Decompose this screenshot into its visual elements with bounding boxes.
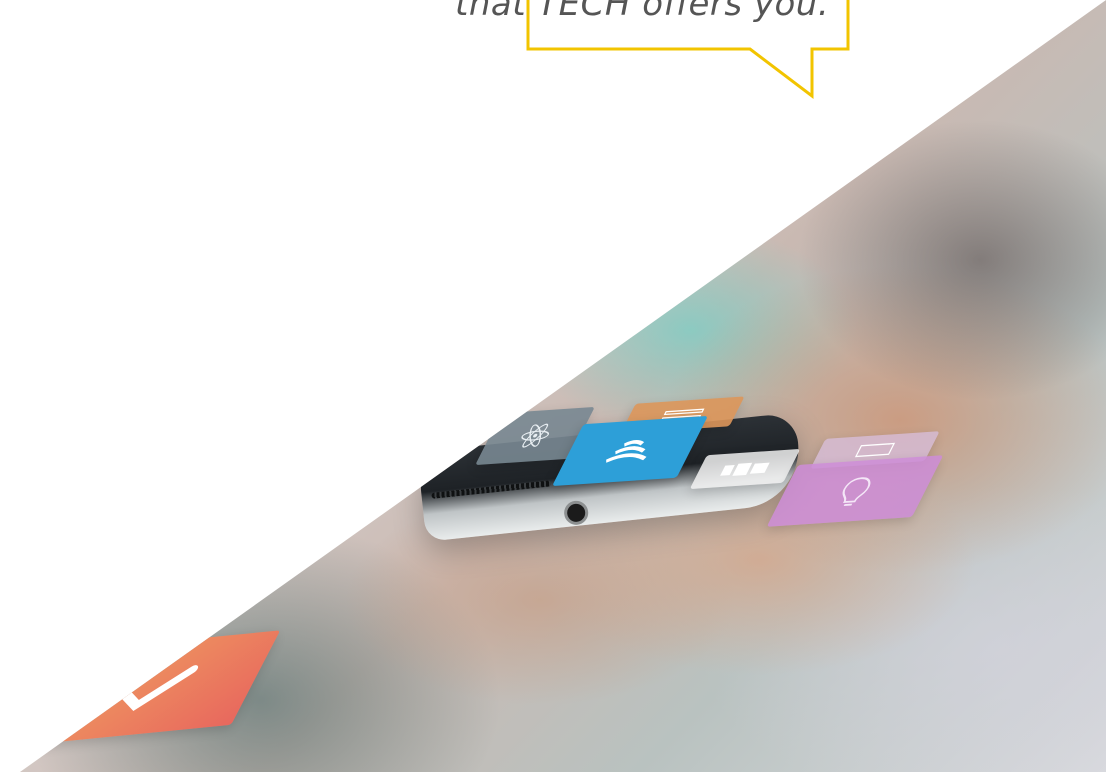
hero-graphic: that TECH offers you. [0, 0, 1106, 772]
blocks-icon [720, 462, 770, 476]
callout-text: that TECH offers you. [455, 0, 830, 24]
lightbulb-icon [842, 477, 871, 507]
hero-photo [20, 0, 1106, 772]
floating-app-tile-coral [29, 630, 281, 745]
wifi-icon [605, 440, 647, 464]
atom-icon [521, 424, 549, 448]
check-icon [118, 665, 199, 712]
